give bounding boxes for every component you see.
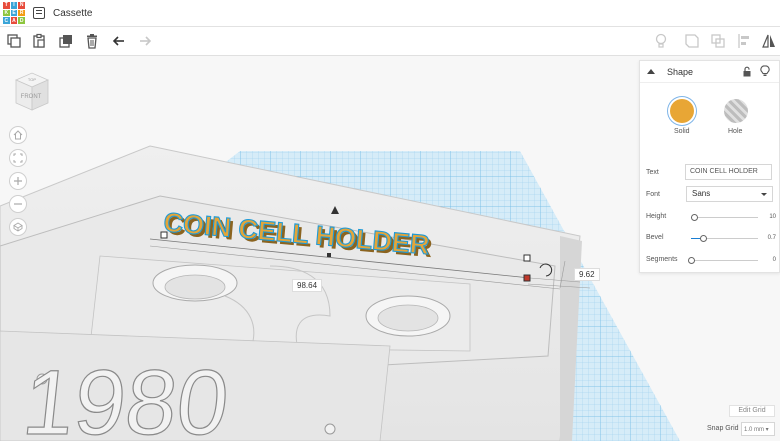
panel-title: Shape <box>667 67 694 77</box>
fit-view-icon[interactable] <box>9 149 27 167</box>
resize-handle-right-top[interactable] <box>523 254 531 262</box>
text-prop-label: Text <box>646 169 659 176</box>
segments-slider[interactable] <box>688 257 758 264</box>
logo-letter: K <box>3 9 10 17</box>
zoom-out-icon[interactable] <box>9 195 27 213</box>
undo-icon[interactable] <box>110 32 128 50</box>
bevel-slider-knob[interactable] <box>700 235 708 242</box>
solid-label[interactable]: Solid <box>674 128 690 135</box>
collapse-panel-icon[interactable] <box>647 69 655 74</box>
logo-letter: I <box>10 2 18 9</box>
edit-grid-button[interactable]: Edit Grid <box>729 405 775 417</box>
toolbar <box>0 27 780 56</box>
home-icon[interactable] <box>9 126 27 144</box>
zoom-in-icon[interactable] <box>9 172 27 190</box>
logo-letter: R <box>18 9 25 17</box>
view-controls <box>9 126 27 241</box>
logo-letter: A <box>10 17 18 24</box>
year-text: 1980 <box>18 350 234 441</box>
align-icon[interactable] <box>735 32 753 50</box>
view-cube[interactable]: TOP FRONT <box>12 70 52 112</box>
light-bulb-icon[interactable] <box>652 32 670 50</box>
font-select[interactable]: Sans <box>686 186 773 202</box>
height-slider-knob[interactable] <box>691 214 699 221</box>
logo-letter: E <box>10 9 18 17</box>
perspective-icon[interactable] <box>9 218 27 236</box>
logo-letter: T <box>3 2 10 9</box>
light-bulb-icon[interactable] <box>760 65 770 77</box>
mirror-icon[interactable] <box>760 32 778 50</box>
hole-swatch[interactable] <box>724 99 748 123</box>
delete-icon[interactable] <box>83 32 101 50</box>
view-cube-front-label: FRONT <box>21 94 42 100</box>
text-input[interactable]: COIN CELL HOLDER <box>685 164 772 180</box>
snap-grid-select[interactable]: 1.0 mm ▾ <box>741 422 775 436</box>
solid-color-swatch[interactable] <box>670 99 694 123</box>
copy-icon[interactable] <box>5 32 23 50</box>
width-dimension-label[interactable]: 98.64 <box>292 279 323 292</box>
paste-icon[interactable] <box>30 32 48 50</box>
height-dimension-label[interactable]: 9.62 <box>574 268 600 281</box>
bevel-value[interactable]: 0.7 <box>762 235 776 241</box>
resize-handle-center[interactable] <box>327 253 331 257</box>
view-cube-top-label: TOP <box>28 77 36 82</box>
design-menu-icon[interactable] <box>33 7 45 19</box>
bevel-slider[interactable] <box>691 235 758 242</box>
snap-grid-label: Snap Grid <box>707 425 739 432</box>
panel-header: Shape <box>640 61 779 83</box>
segments-slider-knob[interactable] <box>688 257 695 264</box>
resize-handle-left[interactable] <box>160 231 168 239</box>
height-slider[interactable] <box>691 214 758 221</box>
duplicate-icon[interactable] <box>57 32 75 50</box>
logo-letter: D <box>18 17 25 24</box>
bevel-prop-label: Bevel <box>646 234 664 241</box>
tinkercad-logo[interactable]: TIN KER CAD <box>3 2 25 24</box>
title-bar: TIN KER CAD Cassette <box>0 0 780 27</box>
group-icon[interactable] <box>683 32 701 50</box>
design-title[interactable]: Cassette <box>53 8 92 19</box>
ungroup-icon[interactable] <box>709 32 727 50</box>
segments-value[interactable]: 0 <box>762 257 776 263</box>
hole-label[interactable]: Hole <box>728 128 742 135</box>
height-value[interactable]: 10 <box>762 214 776 220</box>
resize-handle-right[interactable] <box>523 274 531 282</box>
shape-inspector-panel: Shape Solid Hole Text COIN CELL HOLDER F… <box>639 60 780 273</box>
snap-grid-value: 1.0 mm <box>744 427 765 433</box>
logo-letter: N <box>18 2 25 9</box>
lock-icon[interactable] <box>742 66 752 77</box>
height-prop-label: Height <box>646 213 667 220</box>
segments-prop-label: Segments <box>646 256 678 263</box>
redo-icon[interactable] <box>136 32 154 50</box>
logo-letter: C <box>3 17 10 24</box>
font-prop-label: Font <box>646 191 661 198</box>
